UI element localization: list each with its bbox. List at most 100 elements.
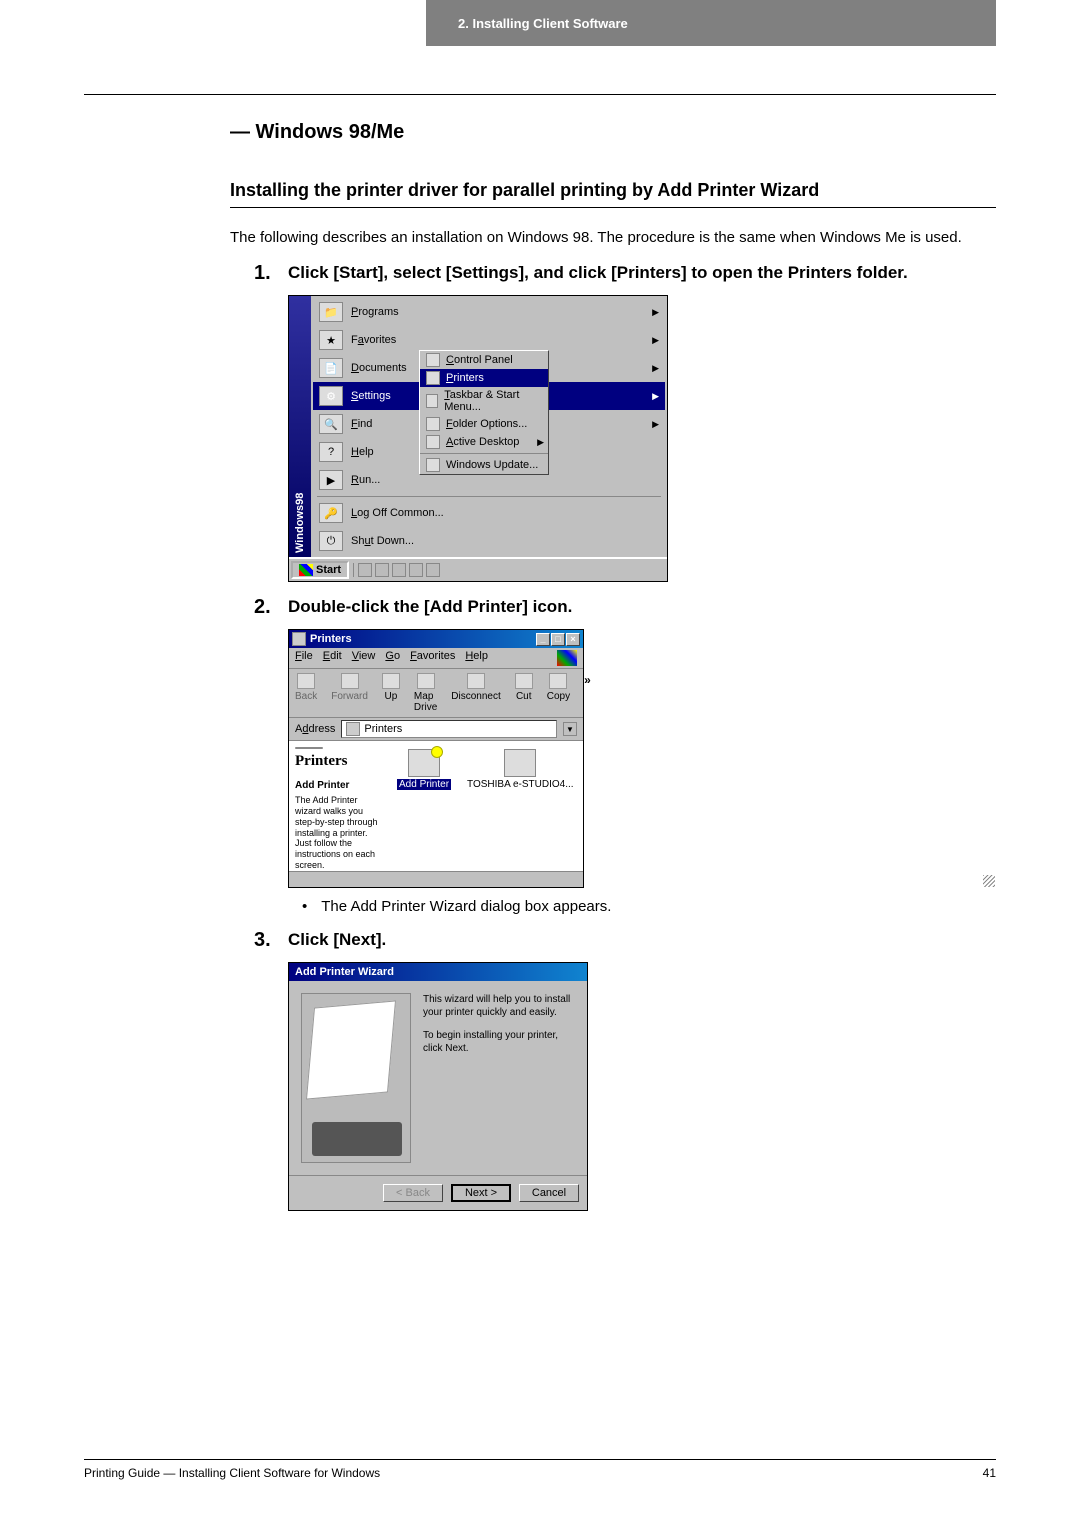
menu-go[interactable]: Go [385,650,400,666]
menu-favorites[interactable]: Favorites [410,650,455,666]
submenu-arrow-icon: ▶ [652,419,659,430]
toolbar-cut[interactable]: Cut [515,673,533,713]
control-panel-icon [426,353,440,367]
printer-icon [504,749,536,777]
menu-view[interactable]: View [352,650,376,666]
tray-icon[interactable] [426,563,440,577]
step-1: 1. Click [Start], select [Settings], and… [254,262,996,285]
toolbar-back[interactable]: Back [295,673,317,713]
window-title: Printers [310,633,352,645]
add-printer-icon-item[interactable]: Add Printer [397,749,451,790]
submenu-printers[interactable]: Printers [420,369,548,387]
menu-run-label: Run... [351,474,380,486]
minimize-button[interactable]: _ [536,633,550,646]
toolbar-up-label: Up [385,691,398,702]
address-dropdown-icon[interactable]: ▼ [563,722,577,736]
step-3: 3. Click [Next]. [254,929,996,952]
folder-info-pane: Printers Add Printer The Add Printer wiz… [289,741,389,871]
find-icon: 🔍 [319,414,343,434]
submenu-arrow-icon: ▶ [652,307,659,318]
address-bar: Address Printers ▼ [289,718,583,741]
submenu-folder-options[interactable]: Folder Options... [420,415,548,433]
printers-large-icon [295,747,323,749]
menu-edit[interactable]: Edit [323,650,342,666]
toolbar-up[interactable]: Up [382,673,400,713]
toolbar-map-label: Map Drive [414,691,437,713]
section-title: — Windows 98/Me [230,121,996,144]
next-button[interactable]: Next > [451,1184,511,1202]
settings-submenu: Control Panel Printers Taskbar & Start M… [419,350,549,475]
toolbar: Back Forward Up Map Drive Disconnect Cut… [289,669,583,718]
folder-options-icon [426,417,440,431]
add-printer-label: Add Printer [397,779,451,790]
page-number: 41 [983,1466,996,1480]
wizard-line-1: This wizard will help you to install you… [423,993,575,1019]
toolbar-forward[interactable]: Forward [331,673,368,713]
toolbar-disconnect-label: Disconnect [451,691,500,702]
folder-heading: Printers [295,753,383,770]
tray-icon[interactable] [409,563,423,577]
toolbar-cut-label: Cut [516,691,532,702]
toolbar-overflow-icon[interactable]: » [584,673,591,713]
quick-launch-tray [353,563,440,577]
tray-icon[interactable] [375,563,389,577]
screenshot-start-menu: Windows98 📁Programs▶ ★Favorites▶ 📄Docume… [288,295,668,582]
toshiba-printer-icon-item[interactable]: TOSHIBA e-STUDIO4... [467,749,574,790]
rule-top [84,94,996,95]
programs-icon: 📁 [319,302,343,322]
toolbar-forward-label: Forward [331,691,368,702]
active-desktop-icon [426,435,440,449]
step-1-number: 1. [254,262,278,285]
submenu-arrow-icon: ▶ [652,391,659,402]
resize-grip-icon[interactable] [983,875,995,887]
step-2-text: Double-click the [Add Printer] icon. [288,596,572,619]
menu-shutdown[interactable]: ⏻Shut Down... [313,527,665,555]
toolbar-copy[interactable]: Copy [547,673,570,713]
submenu-control-panel[interactable]: Control Panel [420,351,548,369]
favorites-icon: ★ [319,330,343,350]
tray-icon[interactable] [358,563,372,577]
footer-left: Printing Guide — Installing Client Softw… [84,1466,380,1480]
start-menu-banner: Windows98 [289,296,311,557]
tray-icon[interactable] [392,563,406,577]
back-button: < Back [383,1184,443,1202]
bullet-icon: • [302,898,307,915]
close-button[interactable]: × [566,633,580,646]
step-2-bullet: • The Add Printer Wizard dialog box appe… [302,898,996,915]
run-icon: ▶ [319,470,343,490]
menu-help[interactable]: Help [465,650,488,666]
settings-icon: ⚙ [319,386,343,406]
cancel-button[interactable]: Cancel [519,1184,579,1202]
submenu-windows-update[interactable]: Windows Update... [420,456,548,474]
wizard-banner-image [301,993,411,1163]
cut-icon [515,673,533,689]
submenu-arrow-icon: ▶ [537,437,544,448]
step-2-number: 2. [254,596,278,619]
status-bar [289,871,583,887]
taskbar-icon [426,394,438,408]
intro-paragraph: The following describes an installation … [230,228,996,248]
wizard-titlebar: Add Printer Wizard [289,963,587,981]
windows-update-icon [426,458,440,472]
start-button[interactable]: Start [291,561,349,579]
submenu-active-desktop[interactable]: Active Desktop▶ [420,433,548,451]
step-3-number: 3. [254,929,278,952]
menu-programs[interactable]: 📁Programs▶ [313,298,665,326]
address-input[interactable]: Printers [341,720,557,738]
wizard-buttons: < Back Next > Cancel [289,1175,587,1210]
toolbar-map-drive[interactable]: Map Drive [414,673,437,713]
step-1-text: Click [Start], select [Settings], and cl… [288,262,908,285]
menu-file[interactable]: File [295,650,313,666]
selection-name: Add Printer [295,780,383,791]
submenu-folder-options-label: Folder Options... [446,418,527,430]
menu-logoff[interactable]: 🔑Log Off Common... [313,499,665,527]
wizard-text: This wizard will help you to install you… [423,993,575,1163]
wizard-line-2: To begin installing your printer, click … [423,1029,575,1055]
window-titlebar: Printers _ □ × [289,630,583,648]
submenu-taskbar[interactable]: Taskbar & Start Menu... [420,387,548,415]
toolbar-disconnect[interactable]: Disconnect [451,673,500,713]
logoff-icon: 🔑 [319,503,343,523]
documents-icon: 📄 [319,358,343,378]
maximize-button[interactable]: □ [551,633,565,646]
shutdown-icon: ⏻ [319,531,343,551]
